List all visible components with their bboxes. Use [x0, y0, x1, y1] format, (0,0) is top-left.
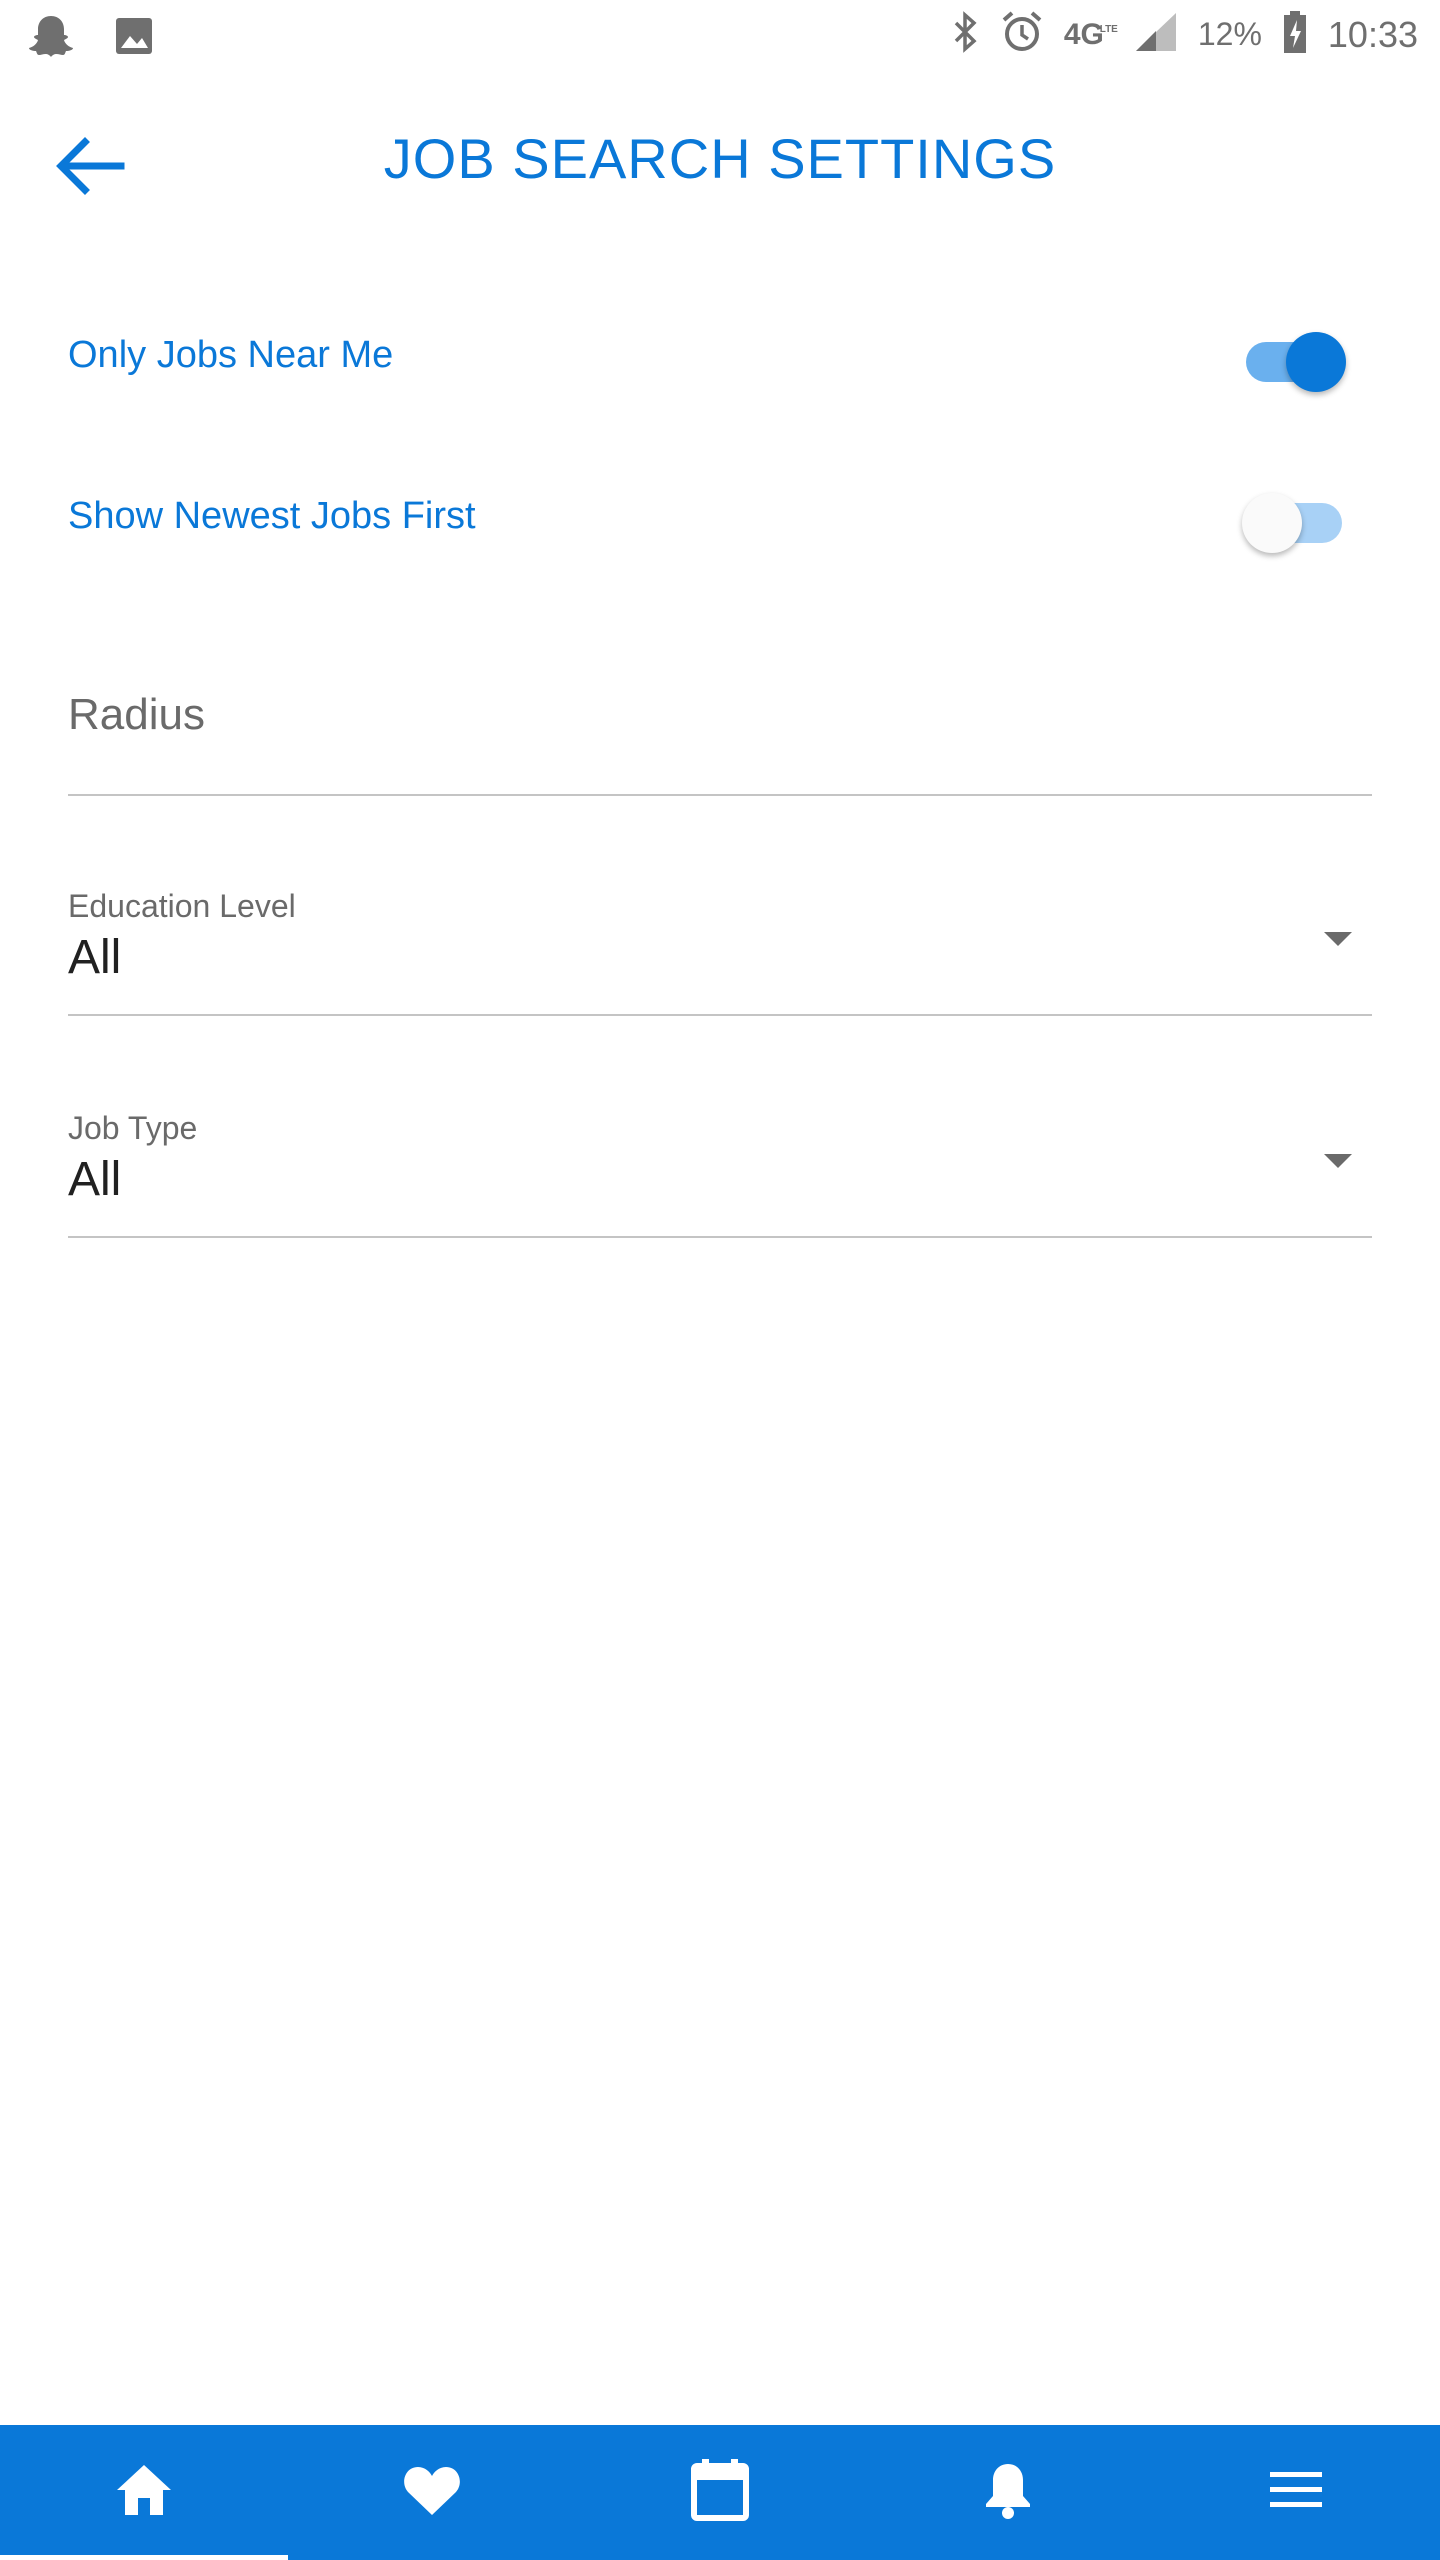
network-type-label: 4G	[1063, 17, 1104, 51]
nav-favorites[interactable]	[288, 2425, 576, 2560]
job-type-value: All	[68, 1153, 122, 1206]
heart-icon	[402, 2462, 462, 2523]
network-type: 4G LTE	[1063, 17, 1118, 52]
status-bar-left	[28, 14, 154, 63]
status-bar-right: 4G LTE 12% 10:33	[950, 10, 1418, 59]
alarm-clock-icon	[1000, 10, 1044, 59]
status-bar: 4G LTE 12% 10:33	[0, 0, 1440, 68]
nav-menu[interactable]	[1152, 2425, 1440, 2560]
toggle-row-show-newest-jobs-first: Show Newest Jobs First	[68, 467, 1368, 567]
snapchat-ghost-icon	[28, 14, 74, 63]
education-level-select[interactable]: Education Level All	[68, 880, 1372, 1016]
battery-percent: 12%	[1197, 16, 1262, 52]
home-icon	[114, 2462, 174, 2523]
nav-calendar[interactable]	[576, 2425, 864, 2560]
toggle-label-only-jobs-near-me: Only Jobs Near Me	[68, 334, 394, 376]
active-tab-indicator	[0, 2555, 288, 2560]
toggle-label-show-newest-jobs-first: Show Newest Jobs First	[68, 495, 476, 537]
menu-icon	[1268, 2468, 1324, 2517]
nav-notifications[interactable]	[864, 2425, 1152, 2560]
education-level-label: Education Level	[68, 888, 296, 924]
job-type-label: Job Type	[68, 1110, 198, 1146]
chevron-down-icon	[1324, 1154, 1352, 1168]
bell-icon	[983, 2460, 1033, 2525]
toggle-row-only-jobs-near-me: Only Jobs Near Me	[68, 306, 1368, 406]
only-jobs-near-me-switch[interactable]	[1246, 328, 1346, 392]
page-title: JOB SEARCH SETTINGS	[383, 127, 1057, 190]
switch-thumb	[1242, 493, 1302, 553]
battery-charging-icon	[1282, 10, 1308, 59]
switch-thumb	[1286, 332, 1346, 392]
bottom-navigation	[0, 2425, 1440, 2560]
education-level-value: All	[68, 931, 122, 984]
nav-home[interactable]	[0, 2425, 288, 2560]
job-type-select[interactable]: Job Type All	[68, 1102, 1372, 1238]
image-icon	[114, 16, 154, 61]
network-sub-label: LTE	[1099, 23, 1118, 35]
status-time: 10:33	[1327, 13, 1418, 55]
show-newest-jobs-first-switch[interactable]	[1242, 489, 1342, 553]
radius-field[interactable]: Radius	[68, 670, 1372, 796]
radius-placeholder: Radius	[68, 690, 205, 739]
signal-strength-icon	[1134, 11, 1178, 58]
calendar-icon	[690, 2458, 750, 2527]
chevron-down-icon	[1324, 932, 1352, 946]
bluetooth-icon	[950, 11, 980, 58]
app-bar: JOB SEARCH SETTINGS	[0, 68, 1440, 248]
